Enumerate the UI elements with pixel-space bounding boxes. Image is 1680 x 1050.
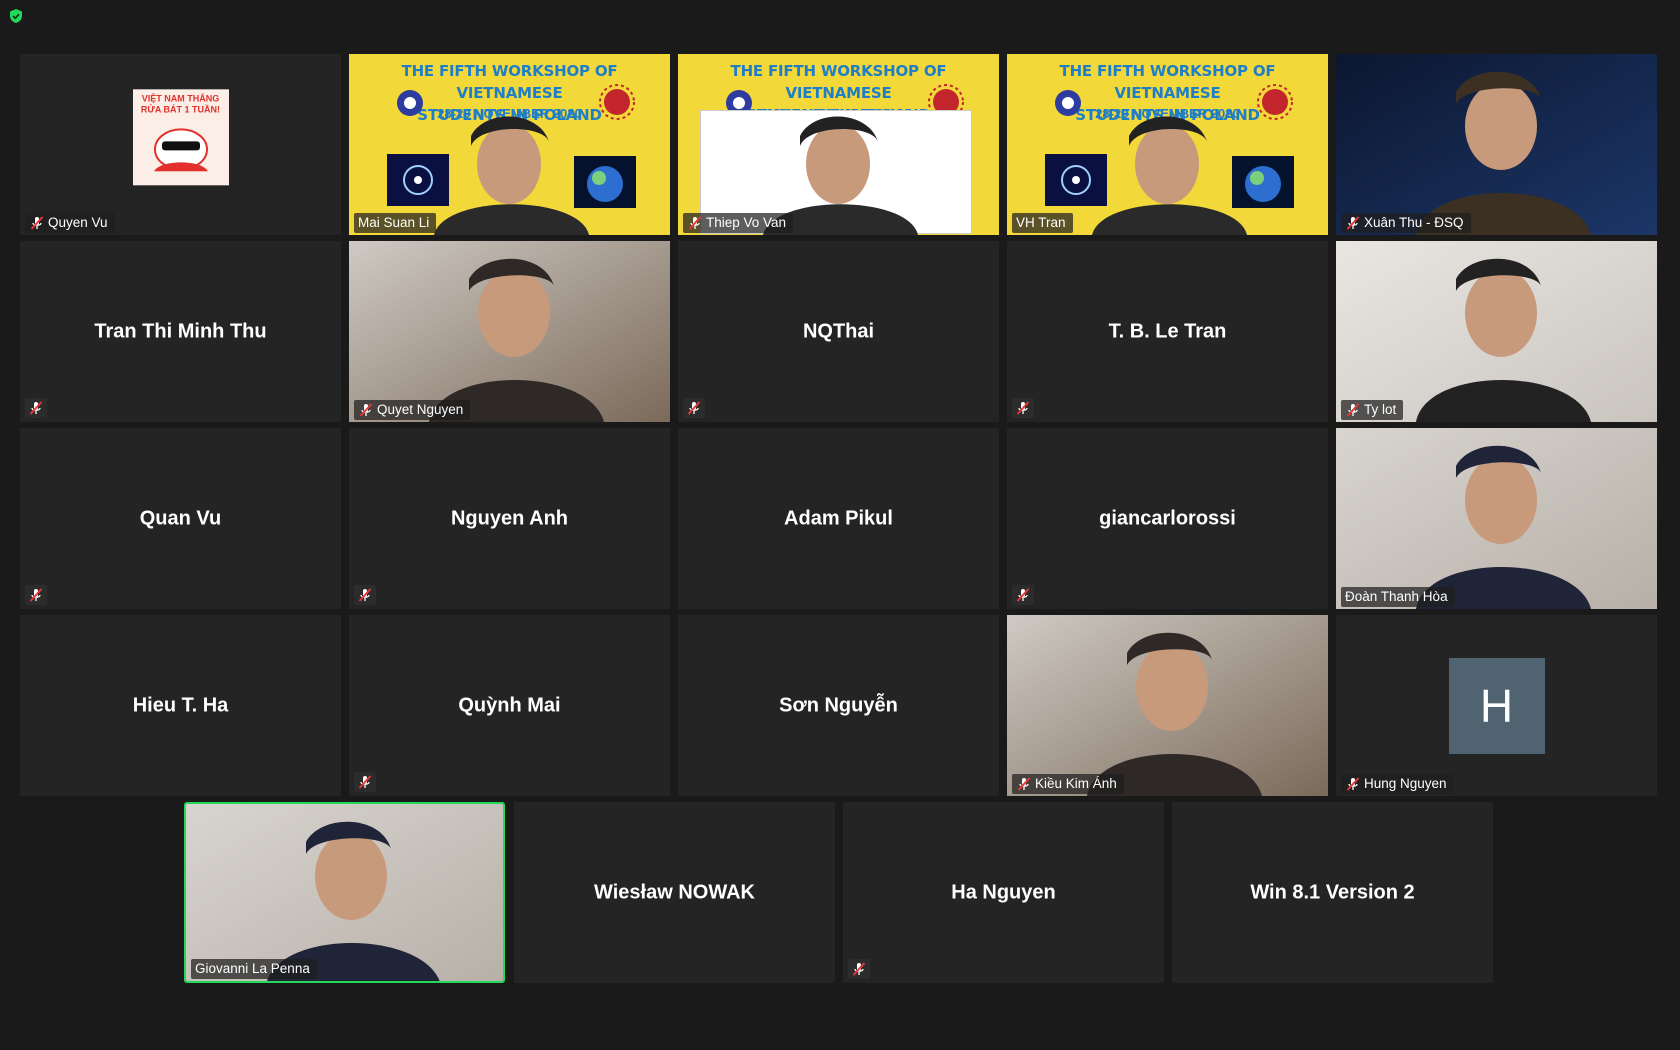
participant-tile[interactable]: Nguyen Anh xyxy=(349,428,670,609)
participant-name: Wiesław NOWAK xyxy=(594,881,755,903)
muted-mic-icon xyxy=(848,959,870,979)
participant-name: Hung Nguyen xyxy=(1364,776,1447,791)
muted-mic-icon xyxy=(1012,585,1034,605)
avatar: H xyxy=(1448,657,1545,754)
participant-tile[interactable]: Quyet Nguyen xyxy=(349,241,670,422)
participant-name: Đoàn Thanh Hòa xyxy=(1345,589,1448,604)
participant-name: Xuân Thu - ĐSQ xyxy=(1364,215,1464,230)
participant-tile[interactable]: Ty lot xyxy=(1336,241,1657,422)
participant-name: Tran Thi Minh Thu xyxy=(94,320,267,342)
security-shield-icon[interactable] xyxy=(8,8,24,24)
participant-tile[interactable]: Quỳnh Mai xyxy=(349,615,670,796)
cat-with-sunglasses-icon xyxy=(146,115,216,176)
participant-tile[interactable]: VIỆT NAM THẮNG RỬA BÁT 1 TUẦN! Quyen Vu xyxy=(20,54,341,235)
muted-mic-icon xyxy=(1345,215,1361,231)
participant-name: Ha Nguyen xyxy=(951,881,1056,903)
participant-name: Nguyen Anh xyxy=(450,507,569,529)
participant-tile[interactable]: Hieu T. Ha xyxy=(20,615,341,796)
participant-tile[interactable]: Sơn Nguyễn xyxy=(678,615,999,796)
participant-video: THE FIFTH WORKSHOP OF VIETNAMESESTUDENTS… xyxy=(1007,54,1328,235)
participant-name: giancarlorossi xyxy=(1099,507,1236,529)
participant-name: Quyen Vu xyxy=(48,215,108,230)
participant-tile[interactable]: Xuân Thu - ĐSQ xyxy=(1336,54,1657,235)
participant-tile[interactable]: THE FIFTH WORKSHOP OF VIETNAMESESTUDENTS… xyxy=(678,54,999,235)
participant-name-label: Kiều Kim Ánh xyxy=(1012,774,1124,794)
participant-name: T. B. Le Tran xyxy=(1108,320,1227,342)
muted-mic-icon xyxy=(354,772,376,792)
participant-name: Thiep Vo Van xyxy=(706,215,787,230)
participant-tile[interactable]: giancarlorossi xyxy=(1007,428,1328,609)
participant-name: Win 8.1 Version 2 xyxy=(1250,881,1415,903)
participant-tile[interactable]: T. B. Le Tran xyxy=(1007,241,1328,422)
muted-mic-icon xyxy=(358,402,374,418)
muted-mic-icon xyxy=(25,585,47,605)
participant-tile[interactable]: THE FIFTH WORKSHOP OF VIETNAMESESTUDENTS… xyxy=(349,54,670,235)
participant-tile[interactable]: Tran Thi Minh Thu xyxy=(20,241,341,422)
participant-name-label: Thiep Vo Van xyxy=(683,213,794,233)
muted-mic-icon xyxy=(1016,776,1032,792)
muted-mic-icon xyxy=(1345,402,1361,418)
participant-tile[interactable]: Win 8.1 Version 2 xyxy=(1172,802,1493,983)
participant-name: Quan Vu xyxy=(139,507,222,529)
participant-video xyxy=(1336,241,1657,422)
participant-video xyxy=(349,241,670,422)
participant-tile[interactable]: NQThai xyxy=(678,241,999,422)
muted-mic-icon xyxy=(29,215,45,231)
participant-video: H xyxy=(1336,615,1657,796)
muted-mic-icon xyxy=(687,215,703,231)
participant-tile[interactable]: Ha Nguyen xyxy=(843,802,1164,983)
muted-mic-icon xyxy=(683,398,705,418)
participant-name: Hieu T. Ha xyxy=(132,694,229,716)
participant-name-label: Quyen Vu xyxy=(25,213,115,233)
speaker-figure xyxy=(434,116,589,235)
participant-name: Quyet Nguyen xyxy=(377,402,464,417)
participant-name: Mai Suan Li xyxy=(358,215,430,230)
participant-video: THE FIFTH WORKSHOP OF VIETNAMESESTUDENTS… xyxy=(678,54,999,235)
sticker-image: VIỆT NAM THẮNG RỬA BÁT 1 TUẦN! xyxy=(132,88,229,185)
participant-name-label: Ty lot xyxy=(1341,400,1404,420)
muted-mic-icon xyxy=(1012,398,1034,418)
participant-video xyxy=(1336,54,1657,235)
participant-name-label: VH Tran xyxy=(1012,213,1073,233)
participant-tile[interactable]: THE FIFTH WORKSHOP OF VIETNAMESESTUDENTS… xyxy=(1007,54,1328,235)
participant-video: THE FIFTH WORKSHOP OF VIETNAMESESTUDENTS… xyxy=(349,54,670,235)
participant-name: Quỳnh Mai xyxy=(458,694,561,716)
participant-name: Adam Pikul xyxy=(784,507,893,529)
participant-name-label: Đoàn Thanh Hòa xyxy=(1341,587,1455,607)
participant-name: NQThai xyxy=(802,320,875,342)
participant-tile[interactable]: Kiều Kim Ánh xyxy=(1007,615,1328,796)
sticker-text: VIỆT NAM THẮNG RỬA BÁT 1 TUẦN! xyxy=(140,92,221,114)
participant-name: VH Tran xyxy=(1016,215,1066,230)
muted-mic-icon xyxy=(25,398,47,418)
participant-video xyxy=(1336,428,1657,609)
participant-tile[interactable]: Wiesław NOWAK xyxy=(514,802,835,983)
participant-tile[interactable]: H Hung Nguyen xyxy=(1336,615,1657,796)
participant-video xyxy=(1007,615,1328,796)
muted-mic-icon xyxy=(1345,776,1361,792)
participant-name: Giovanni La Penna xyxy=(195,961,310,976)
participant-name: Sơn Nguyễn xyxy=(779,694,898,716)
participant-tile[interactable]: Adam Pikul xyxy=(678,428,999,609)
speaker-figure xyxy=(763,116,918,235)
participant-tile[interactable]: Quan Vu xyxy=(20,428,341,609)
participant-name-label: Quyet Nguyen xyxy=(354,400,471,420)
muted-mic-icon xyxy=(354,585,376,605)
speaker-figure xyxy=(1092,116,1247,235)
participant-name-label: Xuân Thu - ĐSQ xyxy=(1341,213,1471,233)
participant-name: Kiều Kim Ánh xyxy=(1035,776,1117,791)
participant-tile[interactable]: Đoàn Thanh Hòa xyxy=(1336,428,1657,609)
participant-name-label: Giovanni La Penna xyxy=(191,959,317,979)
participant-tile[interactable]: Giovanni La Penna xyxy=(184,802,505,983)
participant-name-label: Mai Suan Li xyxy=(354,213,437,233)
participant-video: VIỆT NAM THẮNG RỬA BÁT 1 TUẦN! xyxy=(20,54,341,235)
participant-name-label: Hung Nguyen xyxy=(1341,774,1454,794)
participant-video xyxy=(186,804,503,981)
participant-name: Ty lot xyxy=(1364,402,1397,417)
